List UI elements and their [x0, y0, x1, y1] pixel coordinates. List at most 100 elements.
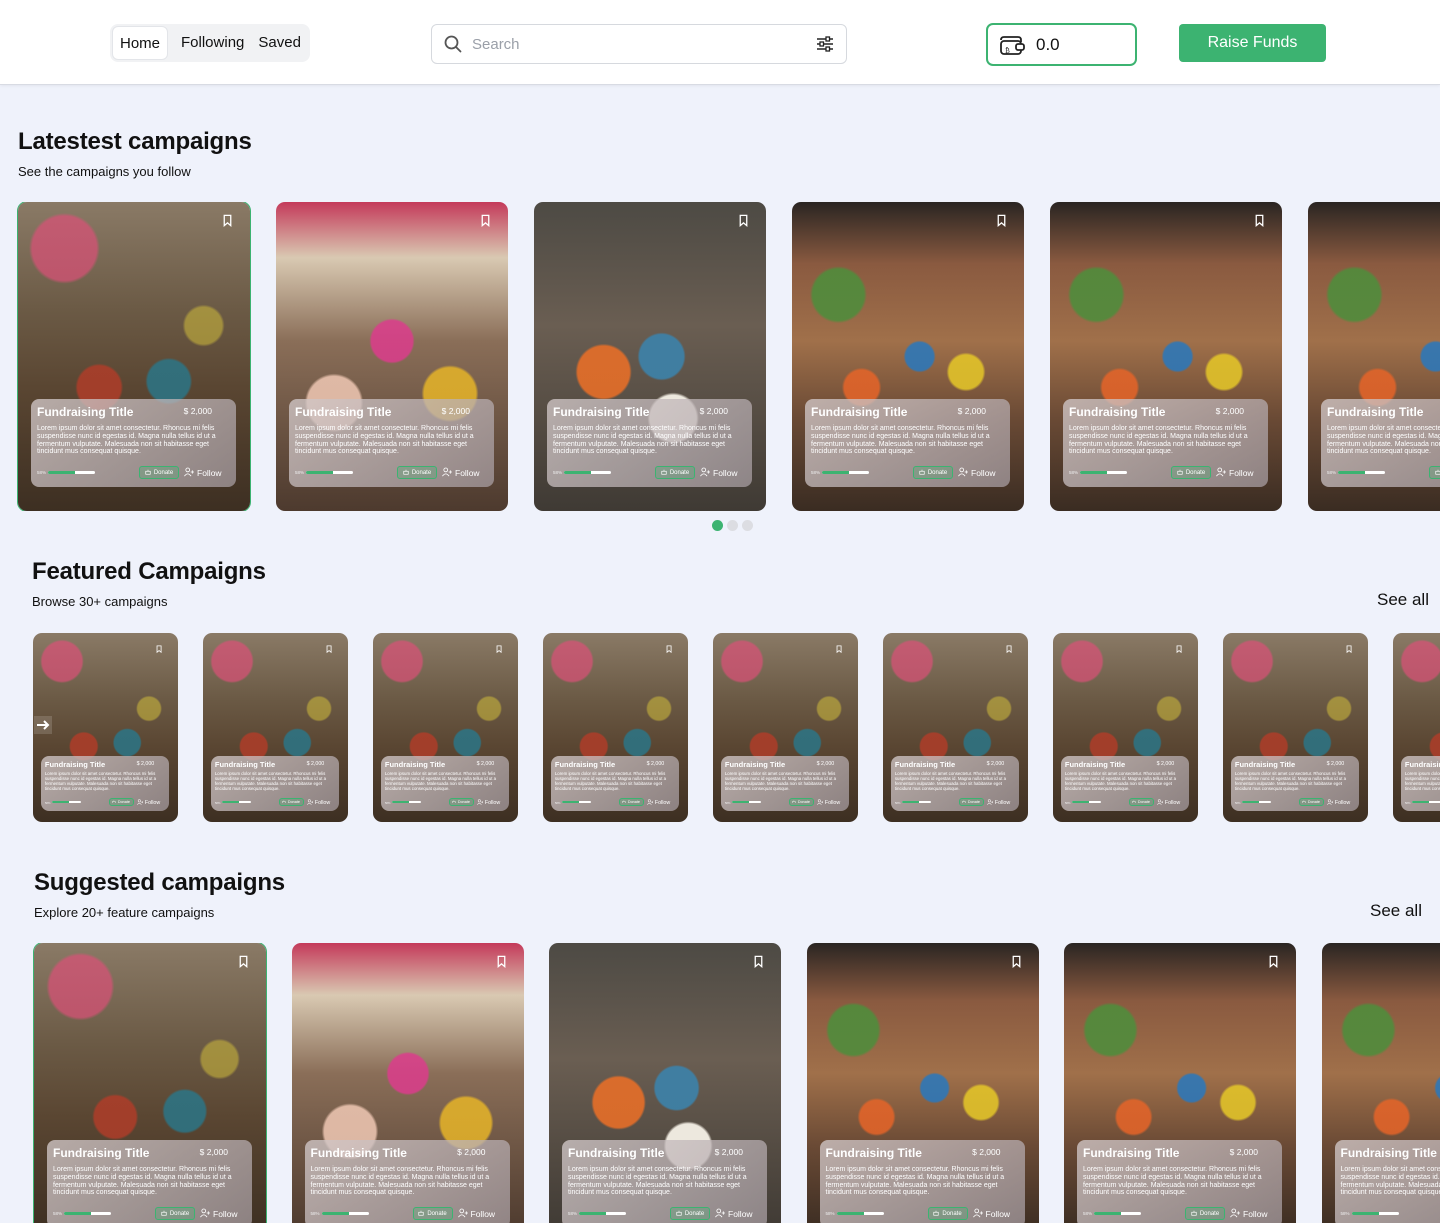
campaign-card[interactable]: Fundraising Title$ 2,000Lorem ipsum dolo… — [1393, 633, 1440, 822]
carousel-dot[interactable] — [712, 520, 723, 531]
donate-button[interactable]: Donate — [1171, 466, 1211, 479]
campaign-card[interactable]: Fundraising Title$ 2,000Lorem ipsum dolo… — [543, 633, 688, 822]
follow-button[interactable]: Follow — [700, 467, 738, 479]
follow-button[interactable]: Follow — [646, 798, 670, 807]
campaign-card[interactable]: Fundraising Title$ 2,000Lorem ipsum dolo… — [792, 202, 1024, 511]
bookmark-icon[interactable] — [835, 641, 848, 654]
donate-button[interactable]: Donate — [670, 1207, 710, 1220]
search-input[interactable] — [472, 35, 816, 53]
follow-label: Follow — [213, 1209, 238, 1219]
campaign-card[interactable]: Fundraising Title$ 2,000Lorem ipsum dolo… — [291, 943, 524, 1223]
follow-button[interactable]: Follow — [476, 798, 500, 807]
follow-button[interactable]: Follow — [200, 1208, 238, 1220]
tab-saved[interactable]: Saved — [251, 26, 308, 60]
campaign-card[interactable]: Fundraising Title$ 2,000Lorem ipsum dolo… — [883, 633, 1028, 822]
bookmark-icon[interactable] — [237, 955, 250, 969]
donate-button[interactable]: Donate — [655, 466, 695, 479]
follow-button[interactable]: Follow — [184, 467, 222, 479]
donate-button[interactable]: Donate — [1185, 1207, 1225, 1220]
bookmark-icon[interactable] — [1005, 641, 1018, 654]
follow-button[interactable]: Follow — [972, 1208, 1010, 1220]
donate-button[interactable]: Donate — [788, 798, 814, 807]
bookmark-icon[interactable] — [221, 214, 234, 228]
donate-button[interactable]: Donate — [397, 466, 437, 479]
campaign-card[interactable]: Fundraising Title$ 2,000Lorem ipsum dolo… — [17, 202, 251, 511]
donate-button[interactable]: Donate — [448, 798, 474, 807]
bookmark-icon[interactable] — [1345, 641, 1358, 654]
donate-button[interactable]: Donate — [927, 1207, 968, 1220]
follow-button[interactable]: Follow — [442, 467, 480, 479]
bookmark-icon[interactable] — [325, 641, 338, 654]
follow-button[interactable]: Follow — [1156, 798, 1180, 807]
featured-see-all-link[interactable]: See all — [1377, 590, 1429, 610]
follow-button[interactable]: Follow — [986, 798, 1010, 807]
campaign-card[interactable]: Fundraising Title$ 2,000Lorem ipsum dolo… — [713, 633, 858, 822]
campaign-title: Fundraising Title — [1234, 759, 1296, 769]
tab-following[interactable]: Following — [174, 26, 251, 60]
bookmark-icon[interactable] — [479, 214, 492, 228]
campaign-title: Fundraising Title — [1327, 405, 1424, 419]
follow-button[interactable]: Follow — [1216, 467, 1254, 479]
campaign-card[interactable]: Fundraising Title$ 2,000Lorem ipsum dolo… — [276, 202, 508, 511]
campaign-card[interactable]: Fundraising Title$ 2,000Lorem ipsum dolo… — [203, 633, 348, 822]
campaign-info-panel: Fundraising Title $ 2,000 Lorem ipsum dolo… — [211, 756, 340, 812]
follow-button[interactable]: Follow — [457, 1208, 495, 1220]
campaign-card[interactable]: Fundraising Title$ 2,000Lorem ipsum dolo… — [1321, 943, 1440, 1223]
bookmark-icon[interactable] — [1175, 641, 1188, 654]
filter-icon[interactable] — [816, 36, 834, 52]
donate-button[interactable]: Donate — [618, 798, 644, 807]
donate-button[interactable]: Donate — [1298, 798, 1324, 807]
campaign-card[interactable]: Fundraising Title$ 2,000Lorem ipsum dolo… — [33, 633, 178, 822]
donate-button[interactable]: Donate — [913, 466, 953, 479]
follow-button[interactable]: Follow — [958, 467, 996, 479]
campaign-card[interactable]: Fundraising Title$ 2,000Lorem ipsum dolo… — [1308, 202, 1440, 511]
bookmark-icon[interactable] — [1253, 214, 1266, 228]
donate-button[interactable]: Donate — [139, 466, 179, 479]
follow-button[interactable]: Follow — [136, 798, 160, 807]
follow-button[interactable]: Follow — [1230, 1208, 1268, 1220]
donate-button[interactable]: Donate — [1429, 466, 1440, 479]
bookmark-icon[interactable] — [995, 214, 1008, 228]
arrow-right-icon[interactable] — [34, 716, 52, 734]
donate-button[interactable]: Donate — [958, 798, 984, 807]
wallet-balance[interactable]: ₿ 0.0 — [986, 23, 1137, 66]
campaign-card[interactable]: Fundraising Title$ 2,000Lorem ipsum dolo… — [1064, 943, 1296, 1223]
campaign-card[interactable]: Fundraising Title$ 2,000Lorem ipsum dolo… — [1050, 202, 1282, 511]
bookmark-icon[interactable] — [495, 641, 508, 654]
campaign-title: Fundraising Title — [568, 1146, 665, 1160]
donate-icon — [792, 800, 796, 805]
suggested-see-all-link[interactable]: See all — [1370, 901, 1422, 921]
campaign-card[interactable]: Fundraising Title$ 2,000Lorem ipsum dolo… — [1223, 633, 1368, 822]
progress-label: 58% — [1234, 800, 1241, 805]
bookmark-icon[interactable] — [1010, 955, 1023, 969]
donate-button[interactable]: Donate — [1128, 798, 1154, 807]
campaign-card[interactable]: Fundraising Title$ 2,000Lorem ipsum dolo… — [806, 943, 1039, 1223]
carousel-dot[interactable] — [742, 520, 753, 531]
bookmark-icon[interactable] — [752, 955, 765, 969]
bookmark-icon[interactable] — [1267, 955, 1280, 969]
campaign-description: Lorem ipsum dolor sit amet consectetur. … — [1340, 1166, 1440, 1197]
tab-home[interactable]: Home — [112, 26, 169, 60]
follow-button[interactable]: Follow — [1326, 798, 1350, 807]
bookmark-icon[interactable] — [155, 641, 168, 654]
donate-button[interactable]: Donate — [155, 1207, 195, 1220]
campaign-card[interactable]: Fundraising Title$ 2,000Lorem ipsum dolo… — [373, 633, 518, 822]
follow-button[interactable]: Follow — [715, 1208, 753, 1220]
follow-button[interactable]: Follow — [816, 798, 840, 807]
donate-label: Donate — [1307, 800, 1320, 805]
bookmark-icon[interactable] — [737, 214, 750, 228]
campaign-card[interactable]: Fundraising Title$ 2,000Lorem ipsum dolo… — [534, 202, 766, 511]
bookmark-icon[interactable] — [665, 641, 678, 654]
raise-funds-button[interactable]: Raise Funds — [1179, 24, 1326, 62]
campaign-card[interactable]: Fundraising Title$ 2,000Lorem ipsum dolo… — [549, 943, 781, 1223]
follow-label: Follow — [971, 468, 996, 478]
donate-button[interactable]: Donate — [278, 798, 304, 807]
campaign-card[interactable]: Fundraising Title$ 2,000Lorem ipsum dolo… — [1053, 633, 1198, 822]
donate-button[interactable]: Donate — [412, 1207, 453, 1220]
campaign-info-panel: Fundraising Title $ 2,000 Lorem ipsum dolo… — [547, 399, 752, 487]
follow-button[interactable]: Follow — [306, 798, 330, 807]
bookmark-icon[interactable] — [495, 955, 508, 969]
carousel-dot[interactable] — [727, 520, 738, 531]
donate-button[interactable]: Donate — [108, 798, 134, 807]
campaign-card[interactable]: Fundraising Title$ 2,000Lorem ipsum dolo… — [33, 943, 267, 1223]
